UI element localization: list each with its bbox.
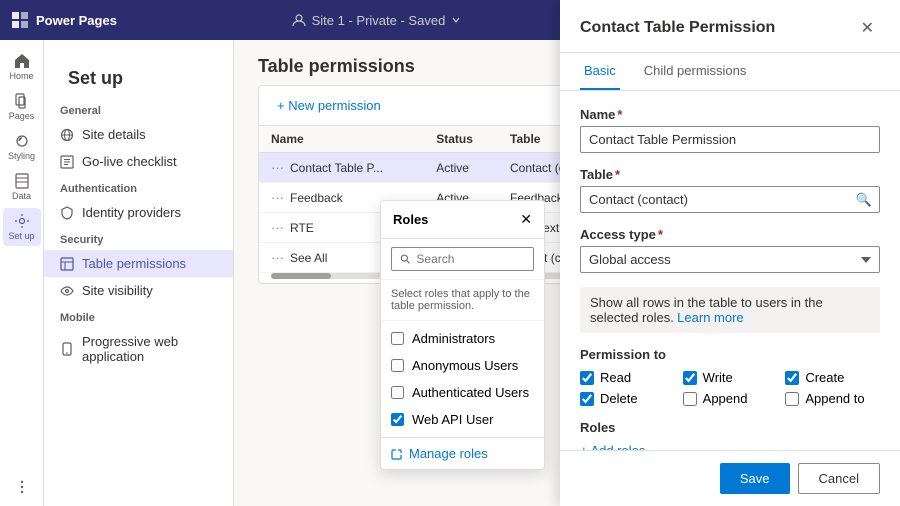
col-name: Name [259,126,424,153]
globe-icon [60,128,74,142]
site-info: Site 1 - Private - Saved [127,13,626,28]
panel-header: Contact Table Permission ✕ [560,0,900,53]
checkbox-input-read[interactable] [580,371,594,385]
manage-roles-link: Manage roles [409,446,488,461]
app-logo: Power Pages [12,12,117,28]
section-auth: Authentication [44,175,233,199]
roles-popup-title: Roles [393,212,428,227]
panel-tabs: Basic Child permissions [560,53,900,91]
app-logo-icon [12,12,28,28]
external-link-icon [391,448,403,460]
scrollbar-thumb [271,273,331,279]
more-icon [14,479,30,495]
sidebar-icon-home[interactable]: Home [3,48,41,86]
section-security: Security [44,226,233,250]
sidebar-icon-styling[interactable]: Styling [3,128,41,166]
checkbox-input-append_to[interactable] [785,392,799,406]
roles-popup-search-area [381,239,544,280]
info-box: Show all rows in the table to users in t… [580,287,880,333]
permission-to-label: Permission to [580,347,880,362]
access-type-select[interactable]: Global access Self Account Parent/Child … [580,246,880,273]
nav-item-site-visibility[interactable]: Site visibility [44,277,233,304]
roles-search-input[interactable] [416,252,525,266]
roles-popup: Roles ✕ Select roles that apply to the t… [380,200,545,470]
checkbox-write: Write [683,370,778,385]
table-icon [60,257,74,271]
access-type-field-group: Access type * Global access Self Account… [580,227,880,273]
side-panel: Contact Table Permission ✕ Basic Child p… [560,0,900,506]
setup-title: Set up [44,52,233,97]
save-button[interactable]: Save [720,463,790,494]
search-icon [400,253,410,265]
roles-list-item[interactable]: Authenticated Users [381,379,544,406]
data-icon [14,173,30,189]
panel-close-button[interactable]: ✕ [855,16,880,40]
roles-list-item[interactable]: Administrators [381,325,544,352]
checkbox-append: Append [683,391,778,406]
sidebar-icon-setup[interactable]: Set up [3,208,41,246]
checkbox-input-create[interactable] [785,371,799,385]
sidebar-icon-pages[interactable]: Pages [3,88,41,126]
roles-section-title: Roles [580,420,880,435]
add-roles-button[interactable]: + Add roles [580,443,645,450]
nav-item-site-details[interactable]: Site details [44,121,233,148]
nav-item-table-permissions[interactable]: Table permissions [44,250,233,277]
manage-roles-footer[interactable]: Manage roles [381,437,544,469]
nav-item-pwa[interactable]: Progressive web application [44,328,233,370]
eye-icon [60,284,74,298]
pages-icon [14,93,30,109]
setup-icon [14,213,30,229]
checklist-icon [60,155,74,169]
cancel-button[interactable]: Cancel [798,463,880,494]
section-general: General [44,97,233,121]
checkbox-append_to: Append to [785,391,880,406]
roles-popup-description: Select roles that apply to the table per… [381,280,544,321]
table-field-group: Table * 🔍 [580,167,880,213]
name-field-group: Name * [580,107,880,153]
icon-sidebar: Home Pages Styling Data Set up [0,40,44,506]
home-icon [14,53,30,69]
roles-list: Administrators Anonymous Users Authentic… [381,321,544,437]
checkbox-input-append[interactable] [683,392,697,406]
name-input[interactable] [580,126,880,153]
chevron-down-icon [451,15,461,25]
nav-item-golive[interactable]: Go-live checklist [44,148,233,175]
checkbox-input-delete[interactable] [580,392,594,406]
shield-icon [60,206,74,220]
checkbox-read: Read [580,370,675,385]
styling-icon [14,133,30,149]
panel-footer: Save Cancel [560,450,900,506]
learn-more-link[interactable]: Learn more [677,310,743,325]
sidebar-icon-data[interactable]: Data [3,168,41,206]
tab-child-permissions[interactable]: Child permissions [640,53,751,90]
col-status: Status [424,126,498,153]
new-permission-button[interactable]: + New permission [271,94,387,117]
roles-popup-close[interactable]: ✕ [520,211,532,228]
checkbox-input-write[interactable] [683,371,697,385]
tab-basic[interactable]: Basic [580,53,620,90]
roles-list-item[interactable]: Web API User [381,406,544,433]
roles-list-item[interactable]: Anonymous Users [381,352,544,379]
site-info-text: Site 1 - Private - Saved [312,13,446,28]
roles-popup-header: Roles ✕ [381,201,544,239]
search-icon: 🔍 [856,192,872,208]
mobile-icon [60,342,74,356]
nav-sidebar: Set up General Site details Go-live chec… [44,40,234,506]
panel-title: Contact Table Permission [580,19,775,37]
user-icon [292,13,306,27]
section-mobile: Mobile [44,304,233,328]
sidebar-icon-more[interactable] [3,468,41,506]
panel-body: Name * Table * 🔍 Access type * Global ac… [560,91,900,450]
checkbox-delete: Delete [580,391,675,406]
checkbox-create: Create [785,370,880,385]
permission-checkboxes: Read Write Create Delete Append Append t… [580,370,880,406]
table-input[interactable] [580,186,880,213]
nav-item-identity[interactable]: Identity providers [44,199,233,226]
app-name: Power Pages [36,13,117,28]
